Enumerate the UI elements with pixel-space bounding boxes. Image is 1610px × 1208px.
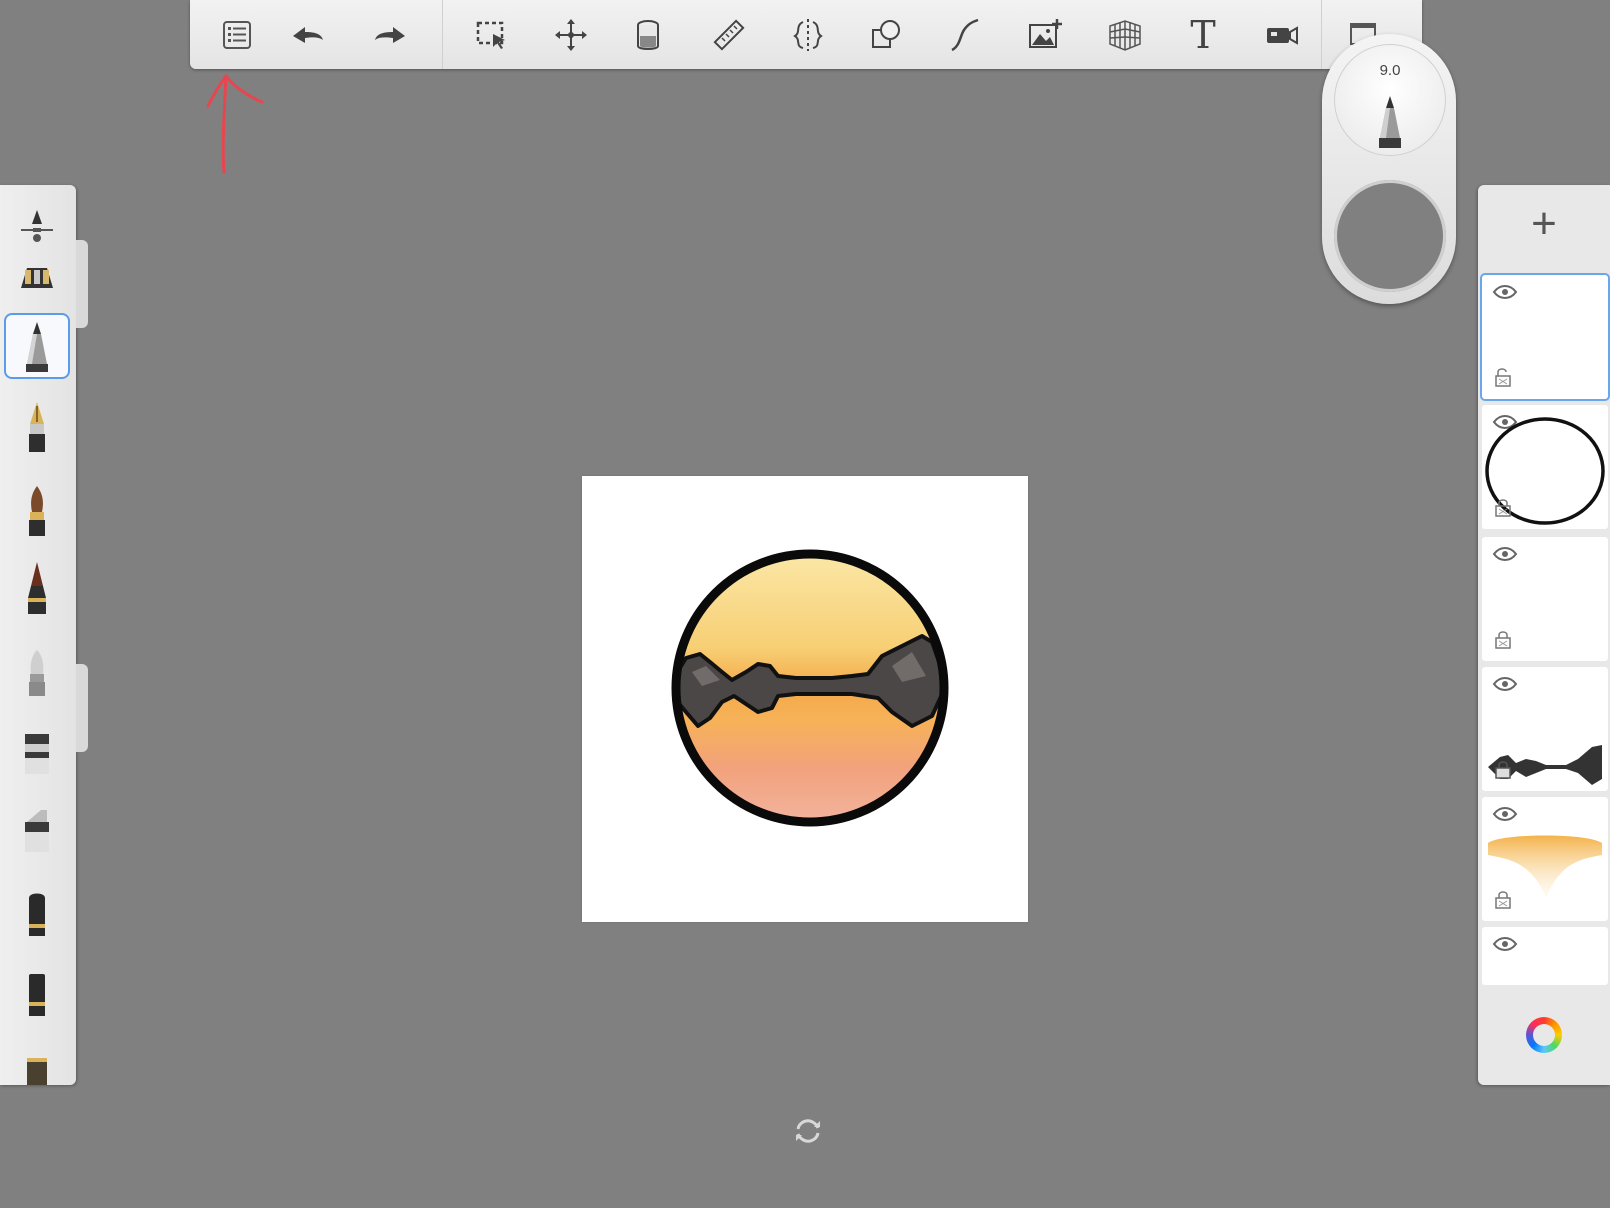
paintbrush-icon[interactable] xyxy=(6,479,68,541)
layer-empty[interactable] xyxy=(1482,275,1608,399)
redo-icon[interactable] xyxy=(367,12,413,58)
rotate-reset-icon[interactable] xyxy=(793,1116,823,1146)
brush-library xyxy=(0,185,76,1085)
eye-icon[interactable] xyxy=(1492,283,1518,301)
airbrush-icon[interactable] xyxy=(6,241,68,303)
perspective-guide-icon[interactable] xyxy=(1102,12,1148,58)
color-wheel-icon[interactable] xyxy=(1526,1017,1562,1053)
fill-bucket-icon[interactable] xyxy=(625,12,671,58)
lock-icon[interactable] xyxy=(1494,759,1512,779)
fountain-pen-icon[interactable] xyxy=(6,397,68,459)
pencil-icon xyxy=(1379,96,1401,148)
layer-sunset-wash[interactable] xyxy=(1482,797,1608,921)
ink-pen-icon[interactable] xyxy=(6,557,68,619)
layers-panel: + xyxy=(1478,185,1610,1085)
menu-icon[interactable] xyxy=(214,12,260,58)
brush-size-value: 9.0 xyxy=(1379,62,1401,79)
text-icon[interactable]: T xyxy=(1180,12,1226,58)
brush-size-control[interactable]: 9.0 xyxy=(1334,44,1446,156)
current-color-swatch[interactable] xyxy=(1334,180,1446,292)
smudge-icon[interactable] xyxy=(6,961,68,1023)
import-image-icon[interactable] xyxy=(1022,12,1068,58)
steady-stroke-icon[interactable] xyxy=(942,12,988,58)
blender-icon[interactable] xyxy=(6,881,68,943)
pencil-icon[interactable] xyxy=(6,315,68,377)
layer-mountains[interactable] xyxy=(1482,667,1608,791)
brush-scroll-handle[interactable] xyxy=(76,240,88,328)
drawing-canvas[interactable] xyxy=(582,476,1028,922)
symmetry-icon[interactable] xyxy=(785,12,831,58)
eye-icon[interactable] xyxy=(1492,935,1518,953)
time-lapse-icon[interactable] xyxy=(1259,12,1305,58)
layer-wash[interactable] xyxy=(1482,537,1608,661)
undo-icon[interactable] xyxy=(285,12,331,58)
ruler-icon[interactable] xyxy=(706,12,752,58)
brush-more-icon[interactable] xyxy=(6,1037,68,1085)
annotation-arrow xyxy=(206,74,264,174)
artwork xyxy=(671,549,949,827)
transform-icon[interactable] xyxy=(548,12,594,58)
brush-puck[interactable]: 9.0 xyxy=(1322,34,1456,304)
chisel-marker-icon[interactable] xyxy=(6,799,68,861)
eraser-icon[interactable] xyxy=(6,641,68,703)
add-layer-button[interactable]: + xyxy=(1478,185,1610,263)
layer-circle-outline[interactable] xyxy=(1482,405,1608,529)
brush-scroll-handle[interactable] xyxy=(76,664,88,752)
lock-icon[interactable] xyxy=(1494,629,1512,649)
lock-icon[interactable] xyxy=(1494,889,1512,909)
lock-icon[interactable] xyxy=(1494,497,1512,517)
layer-background[interactable] xyxy=(1482,927,1608,985)
eye-icon[interactable] xyxy=(1492,545,1518,563)
selection-icon[interactable] xyxy=(469,12,515,58)
top-toolbar: T xyxy=(190,0,1422,69)
lock-open-icon[interactable] xyxy=(1494,367,1512,387)
shapes-icon[interactable] xyxy=(863,12,909,58)
marker-icon[interactable] xyxy=(6,721,68,783)
